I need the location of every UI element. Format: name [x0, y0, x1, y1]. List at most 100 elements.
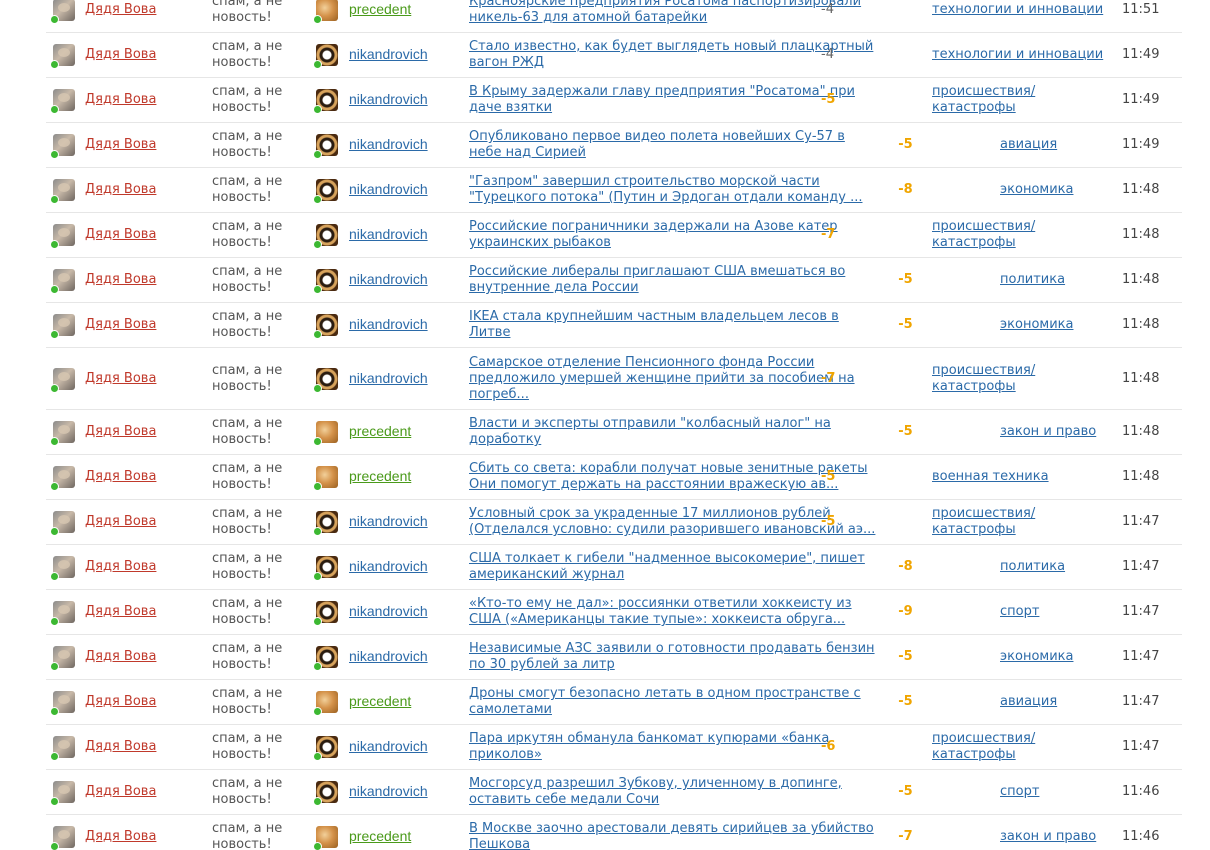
- news-title-link[interactable]: Самарское отделение Пенсионного фонда Ро…: [469, 355, 855, 402]
- category-link[interactable]: экономика: [1000, 317, 1073, 332]
- voter-avatar[interactable]: [50, 691, 75, 716]
- author-avatar[interactable]: [313, 556, 338, 581]
- category-link[interactable]: происшествия/катастрофы: [932, 84, 1035, 115]
- voter-avatar[interactable]: [50, 269, 75, 294]
- author-avatar[interactable]: [313, 691, 338, 716]
- voter-avatar[interactable]: [50, 421, 75, 446]
- voter-avatar[interactable]: [50, 601, 75, 626]
- voter-link[interactable]: Дядя Вова: [85, 2, 156, 17]
- author-link[interactable]: precedent: [349, 423, 411, 439]
- author-avatar[interactable]: [313, 781, 338, 806]
- voter-avatar[interactable]: [50, 646, 75, 671]
- category-link[interactable]: спорт: [1000, 604, 1039, 619]
- voter-link[interactable]: Дядя Вова: [85, 317, 156, 332]
- category-link[interactable]: технологии и инновации: [932, 47, 1103, 62]
- news-title-link[interactable]: Мосгорсуд разрешил Зубкову, уличенному в…: [469, 776, 842, 807]
- author-link[interactable]: nikandrovich: [349, 648, 428, 664]
- news-title-link[interactable]: Опубликовано первое видео полета новейши…: [469, 129, 845, 160]
- author-avatar[interactable]: [313, 314, 338, 339]
- voter-avatar[interactable]: [50, 134, 75, 159]
- author-avatar[interactable]: [313, 826, 338, 850]
- voter-link[interactable]: Дядя Вова: [85, 649, 156, 664]
- author-avatar[interactable]: [313, 367, 338, 393]
- author-avatar[interactable]: [313, 269, 338, 294]
- news-title-link[interactable]: Пара иркутян обманула банкомат купюрами …: [469, 731, 829, 762]
- voter-link[interactable]: Дядя Вова: [85, 829, 156, 844]
- author-link[interactable]: precedent: [349, 828, 411, 844]
- category-link[interactable]: происшествия/катастрофы: [932, 219, 1035, 250]
- author-avatar[interactable]: [313, 224, 338, 249]
- news-title-link[interactable]: Независимые АЗС заявили о готовности про…: [469, 641, 875, 672]
- voter-avatar[interactable]: [50, 736, 75, 761]
- category-link[interactable]: военная техника: [932, 469, 1049, 484]
- news-title-link[interactable]: «Кто-то ему не дал»: россиянки ответили …: [469, 596, 852, 627]
- author-link[interactable]: nikandrovich: [349, 271, 428, 287]
- author-avatar[interactable]: [313, 44, 338, 69]
- voter-link[interactable]: Дядя Вова: [85, 604, 156, 619]
- voter-link[interactable]: Дядя Вова: [85, 371, 156, 386]
- news-title-link[interactable]: Условный срок за украденные 17 миллионов…: [469, 506, 875, 537]
- news-title-link[interactable]: Красноярские предприятия Росатома паспор…: [469, 0, 861, 25]
- category-link[interactable]: спорт: [1000, 784, 1039, 799]
- category-link[interactable]: закон и право: [1000, 424, 1096, 439]
- category-link[interactable]: политика: [1000, 272, 1065, 287]
- voter-avatar[interactable]: [50, 367, 75, 393]
- voter-link[interactable]: Дядя Вова: [85, 514, 156, 529]
- category-link[interactable]: авиация: [1000, 694, 1057, 709]
- voter-link[interactable]: Дядя Вова: [85, 469, 156, 484]
- author-avatar[interactable]: [313, 134, 338, 159]
- voter-link[interactable]: Дядя Вова: [85, 694, 156, 709]
- voter-avatar[interactable]: [50, 0, 75, 24]
- news-title-link[interactable]: Российские пограничники задержали на Азо…: [469, 219, 838, 250]
- category-link[interactable]: закон и право: [1000, 829, 1096, 844]
- voter-link[interactable]: Дядя Вова: [85, 559, 156, 574]
- news-title-link[interactable]: США толкает к гибели "надменное высокоме…: [469, 551, 865, 582]
- voter-avatar[interactable]: [50, 224, 75, 249]
- voter-avatar[interactable]: [50, 781, 75, 806]
- author-link[interactable]: nikandrovich: [349, 370, 428, 386]
- voter-link[interactable]: Дядя Вова: [85, 272, 156, 287]
- author-link[interactable]: nikandrovich: [349, 513, 428, 529]
- news-title-link[interactable]: В Москве заочно арестовали девять сирийц…: [469, 821, 874, 850]
- author-avatar[interactable]: [313, 466, 338, 491]
- author-avatar[interactable]: [313, 421, 338, 446]
- news-title-link[interactable]: Власти и эксперты отправили "колбасный н…: [469, 416, 831, 447]
- category-link[interactable]: экономика: [1000, 182, 1073, 197]
- author-link[interactable]: nikandrovich: [349, 558, 428, 574]
- author-link[interactable]: nikandrovich: [349, 136, 428, 152]
- author-link[interactable]: nikandrovich: [349, 603, 428, 619]
- author-avatar[interactable]: [313, 736, 338, 761]
- voter-avatar[interactable]: [50, 511, 75, 536]
- voter-avatar[interactable]: [50, 314, 75, 339]
- voter-avatar[interactable]: [50, 826, 75, 850]
- category-link[interactable]: происшествия/катастрофы: [932, 363, 1035, 394]
- category-link[interactable]: происшествия/катастрофы: [932, 731, 1035, 762]
- voter-avatar[interactable]: [50, 556, 75, 581]
- author-avatar[interactable]: [313, 179, 338, 204]
- news-title-link[interactable]: В Крыму задержали главу предприятия "Рос…: [469, 84, 855, 115]
- voter-link[interactable]: Дядя Вова: [85, 227, 156, 242]
- news-title-link[interactable]: "Газпром" завершил строительство морской…: [469, 174, 862, 205]
- voter-link[interactable]: Дядя Вова: [85, 92, 156, 107]
- voter-link[interactable]: Дядя Вова: [85, 784, 156, 799]
- author-avatar[interactable]: [313, 646, 338, 671]
- voter-avatar[interactable]: [50, 89, 75, 114]
- voter-avatar[interactable]: [50, 179, 75, 204]
- voter-link[interactable]: Дядя Вова: [85, 739, 156, 754]
- author-link[interactable]: precedent: [349, 468, 411, 484]
- author-link[interactable]: nikandrovich: [349, 46, 428, 62]
- category-link[interactable]: технологии и инновации: [932, 2, 1103, 17]
- voter-link[interactable]: Дядя Вова: [85, 47, 156, 62]
- author-link[interactable]: nikandrovich: [349, 738, 428, 754]
- voter-link[interactable]: Дядя Вова: [85, 182, 156, 197]
- voter-link[interactable]: Дядя Вова: [85, 137, 156, 152]
- author-link[interactable]: nikandrovich: [349, 783, 428, 799]
- news-title-link[interactable]: Дроны смогут безопасно летать в одном пр…: [469, 686, 861, 717]
- voter-link[interactable]: Дядя Вова: [85, 424, 156, 439]
- author-avatar[interactable]: [313, 601, 338, 626]
- author-avatar[interactable]: [313, 89, 338, 114]
- author-link[interactable]: nikandrovich: [349, 181, 428, 197]
- category-link[interactable]: происшествия/катастрофы: [932, 506, 1035, 537]
- voter-avatar[interactable]: [50, 44, 75, 69]
- news-title-link[interactable]: Российские либералы приглашают США вмеша…: [469, 264, 845, 295]
